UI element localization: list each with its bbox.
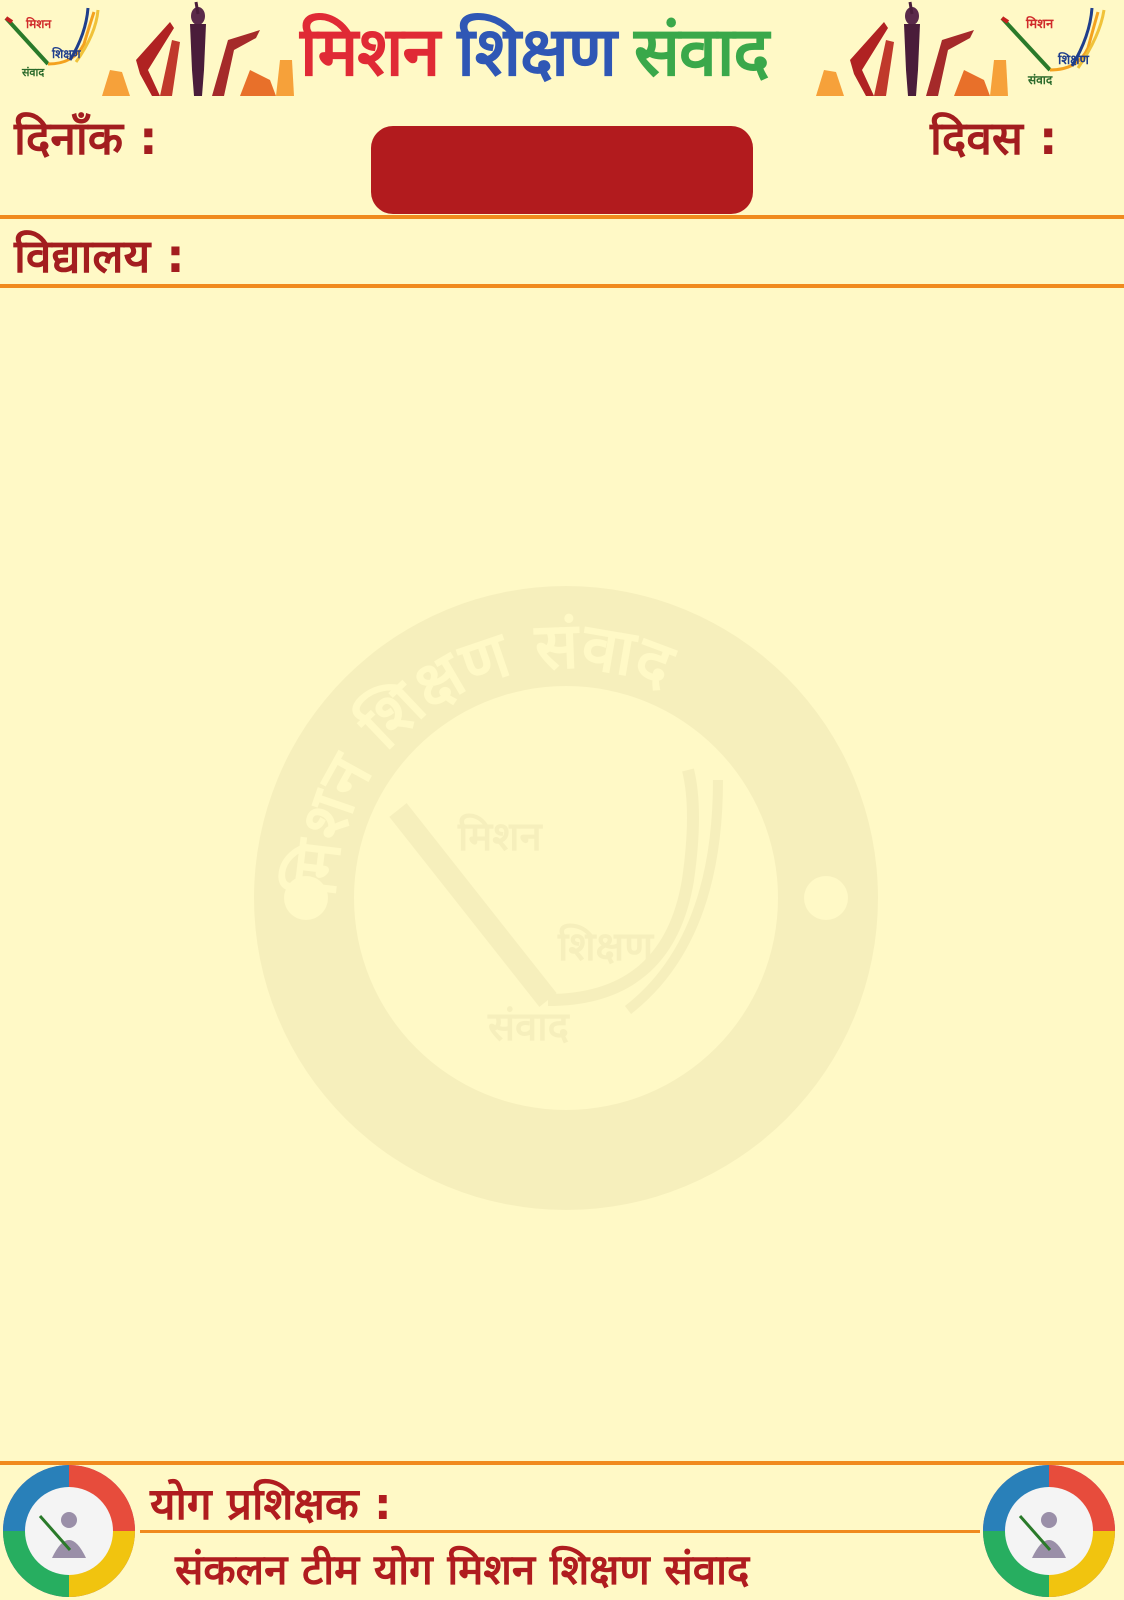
- watermark-line3: संवाद: [487, 1004, 571, 1050]
- logo-left-line3: संवाद: [21, 66, 45, 79]
- mandala-logo-left: [3, 1465, 135, 1597]
- mission-logo-right: मिशन शिक्षण संवाद: [1000, 7, 1106, 87]
- divider-school: [0, 284, 1124, 288]
- title-word-mission: मिशन: [300, 12, 440, 92]
- logo-left-line1: मिशन: [25, 17, 52, 31]
- title-word-samvad: संवाद: [634, 12, 769, 92]
- logo-right-line1: मिशन: [1025, 16, 1054, 32]
- day-label: दिवस :: [930, 111, 1058, 165]
- logo-left-line2: शिक्षण: [51, 47, 82, 61]
- date-label: दिनाँक :: [14, 111, 158, 165]
- date-value-box[interactable]: [371, 126, 753, 214]
- divider-footer-top: [0, 1461, 1124, 1465]
- yoga-figures-right: [816, 1, 1008, 96]
- mandala-logo-right: [983, 1465, 1115, 1597]
- logo-right-line2: शिक्षण: [1057, 52, 1090, 68]
- school-label: विद्यालय :: [14, 229, 185, 283]
- watermark-line2: शिक्षण: [557, 923, 655, 970]
- divider-top: [0, 215, 1124, 219]
- watermark-line1: मिशन: [457, 813, 543, 860]
- header-title: मिशन शिक्षण संवाद: [300, 2, 800, 122]
- logo-right-line3: संवाद: [1027, 73, 1053, 87]
- mission-logo-left: मिशन शिक्षण संवाद: [4, 7, 100, 79]
- watermark-seal: मिशन शिक्षण संवाद मिशन शिक्षण संवाद: [254, 586, 878, 1210]
- credit-text: संकलन टीम योग मिशन शिक्षण संवाद: [175, 1545, 750, 1594]
- divider-footer-mid: [140, 1530, 980, 1533]
- yoga-figures-left: [102, 1, 294, 96]
- yoga-trainer-label: योग प्रशिक्षक :: [150, 1479, 392, 1530]
- title-word-shikshan: शिक्षण: [457, 12, 617, 92]
